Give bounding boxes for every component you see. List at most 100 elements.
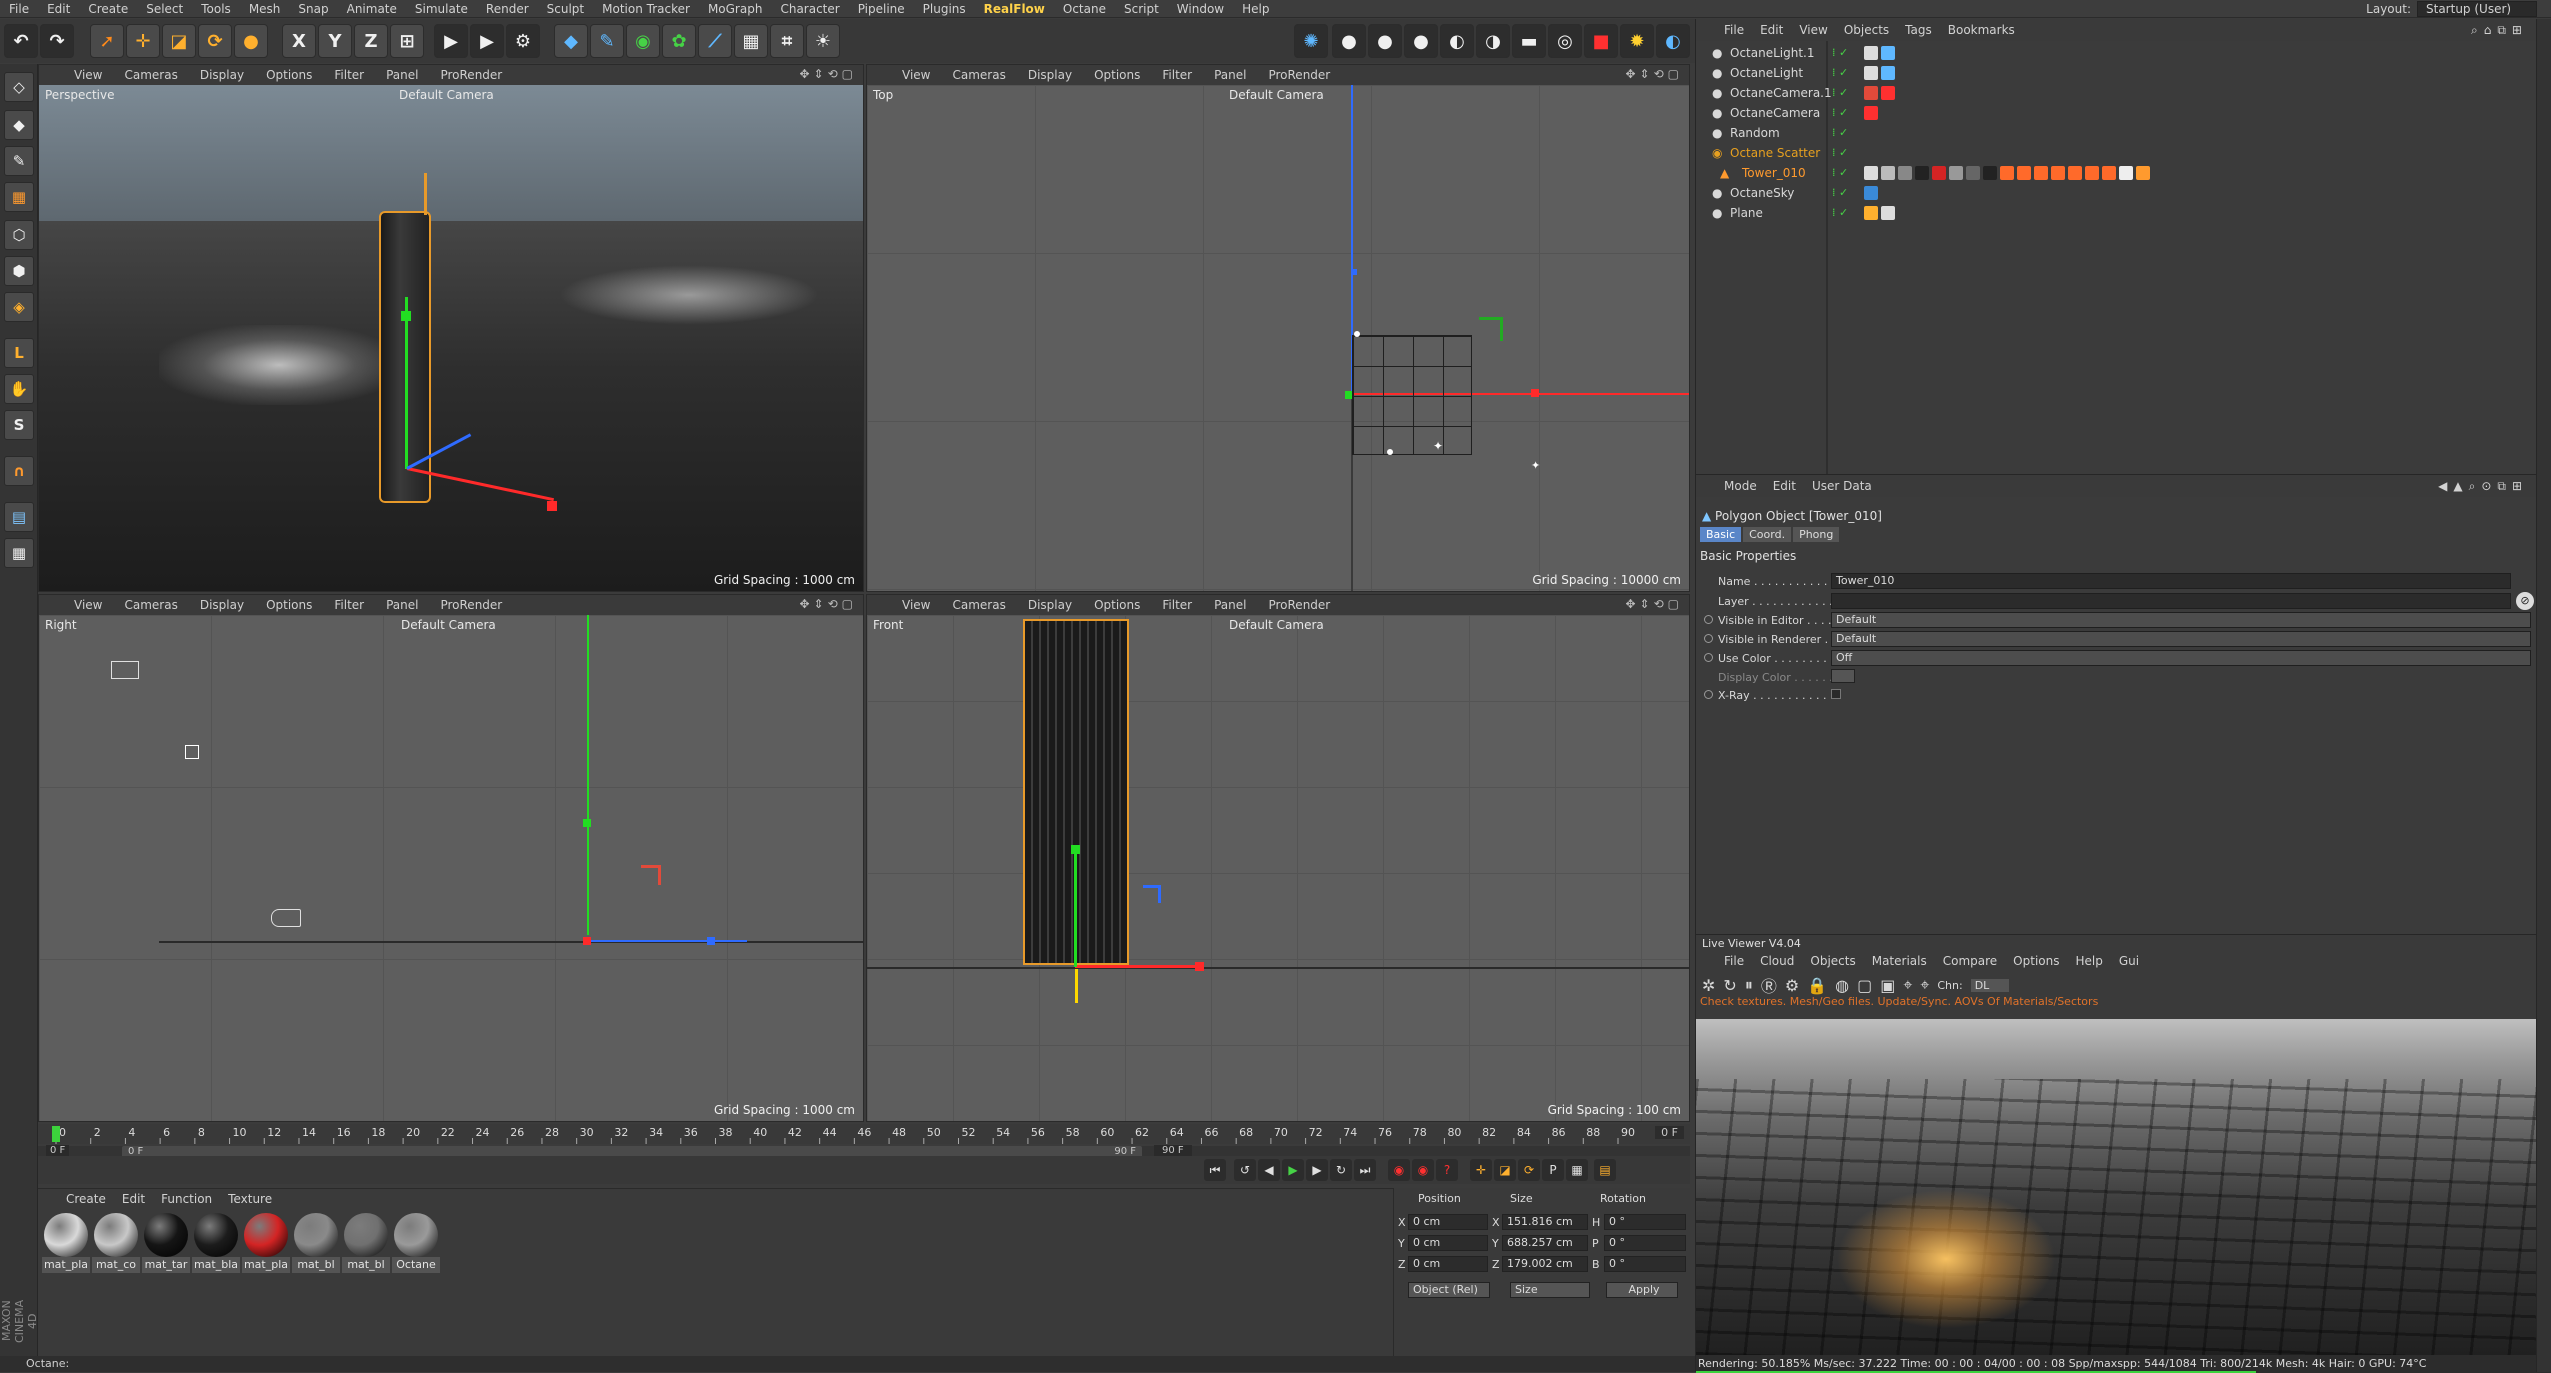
menu-snap[interactable]: Snap — [289, 0, 337, 18]
rot-p-field[interactable]: 0 ° — [1604, 1235, 1686, 1251]
vp-menu-prorender[interactable]: ProRender — [429, 68, 513, 82]
prev-frame-icon[interactable]: ◀ — [1258, 1159, 1280, 1181]
viewport-nav-icons[interactable]: ✥⇕⟲▢ — [1625, 597, 1683, 611]
snap-icon[interactable]: S — [4, 410, 34, 440]
workplane-lock-icon[interactable]: ▤ — [4, 502, 34, 532]
object-row[interactable]: ● OctaneCamera ⁞ ✓ — [1696, 103, 2537, 123]
size-y-field[interactable]: 688.257 cm — [1502, 1235, 1588, 1251]
viewport-top[interactable]: View Cameras Display Options Filter Pane… — [866, 64, 1690, 592]
menu-script[interactable]: Script — [1115, 0, 1168, 18]
polygons-mode-icon[interactable]: ◈ — [4, 292, 34, 322]
viewport-camera-label[interactable]: Default Camera — [1229, 618, 1324, 632]
key-param-icon[interactable]: P — [1542, 1159, 1564, 1181]
display-color-swatch[interactable] — [1831, 669, 1855, 683]
object-name[interactable]: Octane Scatter — [1730, 143, 1820, 163]
lv-region-icon[interactable]: ▢ — [1857, 976, 1872, 995]
attr-menu-edit[interactable]: Edit — [1765, 479, 1804, 493]
tag-icon[interactable] — [2034, 166, 2048, 180]
vp-menu-panel[interactable]: Panel — [375, 68, 429, 82]
attr-nav-icons[interactable]: ◀▲⌕⊙⧉⊞ — [2430, 479, 2536, 494]
attr-menu-mode[interactable]: Mode — [1716, 479, 1765, 493]
material-swatch[interactable] — [394, 1213, 438, 1257]
object-row[interactable]: ● OctaneLight.1 ⁞ ✓ — [1696, 43, 2537, 63]
render-output-image[interactable] — [1696, 1019, 2551, 1355]
cloner-icon[interactable]: ✿ — [662, 24, 696, 58]
tag-icon[interactable] — [1881, 66, 1895, 80]
light-marker-icon[interactable]: ✦ — [1433, 439, 1443, 453]
vp-menu-filter[interactable]: Filter — [323, 598, 375, 612]
vp-menu-cameras[interactable]: Cameras — [113, 68, 188, 82]
visibility-toggle-icon[interactable]: ⁞ ✓ — [1832, 83, 1848, 103]
timeline-ruler[interactable]: 0 2 4 6 8 10 12 14 16 18 20 22 24 26 28 30 32 34 36 38 40 42 4… — [38, 1124, 1690, 1144]
object-name[interactable]: OctaneLight.1 — [1730, 43, 1815, 63]
menu-realflow[interactable]: RealFlow — [975, 0, 1054, 18]
gizmo-y-handle[interactable] — [401, 311, 411, 321]
goto-start-icon[interactable]: ⏮ — [1204, 1159, 1226, 1181]
object-row[interactable]: ● Plane ⁞ ✓ — [1696, 203, 2537, 223]
coordinate-system-icon[interactable]: ⊞ — [390, 24, 424, 58]
layout-dropdown[interactable]: Startup (User) — [2417, 1, 2537, 17]
viewport-right[interactable]: View Cameras Display Options Filter Pane… — [38, 594, 864, 1122]
tag-icon[interactable] — [2119, 166, 2133, 180]
lv-pick-material-icon[interactable]: ⌖ — [1920, 975, 1929, 995]
tag-icon[interactable] — [1898, 166, 1912, 180]
tag-icon[interactable] — [1881, 166, 1895, 180]
pos-y-field[interactable]: 0 cm — [1408, 1235, 1488, 1251]
vp-menu-display[interactable]: Display — [189, 598, 255, 612]
visibility-toggle-icon[interactable]: ⁞ ✓ — [1832, 183, 1848, 203]
octane-live-viewer-icon[interactable]: ✺ — [1294, 24, 1328, 58]
vp-menu-view[interactable]: View — [63, 598, 113, 612]
tag-icon[interactable] — [1915, 166, 1929, 180]
magnet-icon[interactable]: ∩ — [4, 456, 34, 486]
visibility-toggle-icon[interactable]: ⁞ ✓ — [1832, 43, 1848, 63]
timeline-window-icon[interactable]: ▤ — [1594, 1159, 1616, 1181]
visibility-toggle-icon[interactable]: ⁞ ✓ — [1832, 123, 1848, 143]
rot-h-field[interactable]: 0 ° — [1604, 1214, 1686, 1230]
vp-menu-view[interactable]: View — [891, 68, 941, 82]
menu-file[interactable]: File — [0, 0, 38, 18]
viewport-camera-label[interactable]: Default Camera — [399, 88, 494, 102]
lv-menu-file[interactable]: File — [1716, 954, 1752, 968]
lv-chn-dropdown[interactable]: DL — [1970, 978, 2010, 992]
menu-select[interactable]: Select — [137, 0, 192, 18]
gizmo-x-handle[interactable] — [1195, 962, 1204, 971]
camera-icon[interactable]: ⌗ — [770, 24, 804, 58]
z-axis-lock-icon[interactable]: Z — [354, 24, 388, 58]
lv-settings-icon[interactable]: ⚙ — [1785, 976, 1799, 995]
right-side-tabs[interactable] — [2536, 19, 2551, 1372]
visibility-toggle-icon[interactable]: ⁞ ✓ — [1832, 163, 1848, 183]
tag-icon[interactable] — [2085, 166, 2099, 180]
tag-icon[interactable] — [1864, 166, 1878, 180]
octane-sky-icon[interactable]: ◐ — [1440, 24, 1474, 58]
model-mode-icon[interactable]: ◆ — [4, 110, 34, 140]
menu-sculpt[interactable]: Sculpt — [538, 0, 593, 18]
gizmo-z-handle[interactable] — [707, 937, 715, 945]
vp-menu-cameras[interactable]: Cameras — [113, 598, 188, 612]
om-search-icon[interactable]: ⌕⌂⧉⊞ — [2463, 23, 2536, 38]
vp-menu-display[interactable]: Display — [189, 68, 255, 82]
play-icon[interactable]: ▶ — [1282, 1159, 1304, 1181]
material-swatch[interactable] — [244, 1213, 288, 1257]
object-name[interactable]: Random — [1730, 123, 1780, 143]
make-editable-icon[interactable]: ◇ — [4, 72, 34, 102]
lv-menu-materials[interactable]: Materials — [1864, 954, 1935, 968]
attr-visible-editor-dropdown[interactable]: Default — [1831, 612, 2531, 628]
light-marker-icon[interactable]: ✦ — [1531, 459, 1540, 472]
material-swatch[interactable] — [44, 1213, 88, 1257]
om-menu-edit[interactable]: Edit — [1752, 23, 1791, 37]
object-row[interactable]: ● OctaneLight ⁞ ✓ — [1696, 63, 2537, 83]
mat-menu-function[interactable]: Function — [153, 1192, 220, 1206]
tag-icon[interactable] — [2000, 166, 2014, 180]
menu-octane[interactable]: Octane — [1054, 0, 1115, 18]
vp-menu-prorender[interactable]: ProRender — [429, 598, 513, 612]
tag-icon[interactable] — [1881, 206, 1895, 220]
coord-mode-dropdown[interactable]: Object (Rel) — [1408, 1282, 1490, 1298]
vp-menu-panel[interactable]: Panel — [1203, 598, 1257, 612]
mat-menu-texture[interactable]: Texture — [220, 1192, 280, 1206]
x-axis-lock-icon[interactable]: X — [282, 24, 316, 58]
vp-menu-filter[interactable]: Filter — [1151, 598, 1203, 612]
tag-icon[interactable] — [1983, 166, 1997, 180]
vp-menu-view[interactable]: View — [63, 68, 113, 82]
lv-sphere-icon[interactable]: ◍ — [1835, 976, 1849, 995]
attr-name-field[interactable]: Tower_010 — [1831, 573, 2511, 589]
